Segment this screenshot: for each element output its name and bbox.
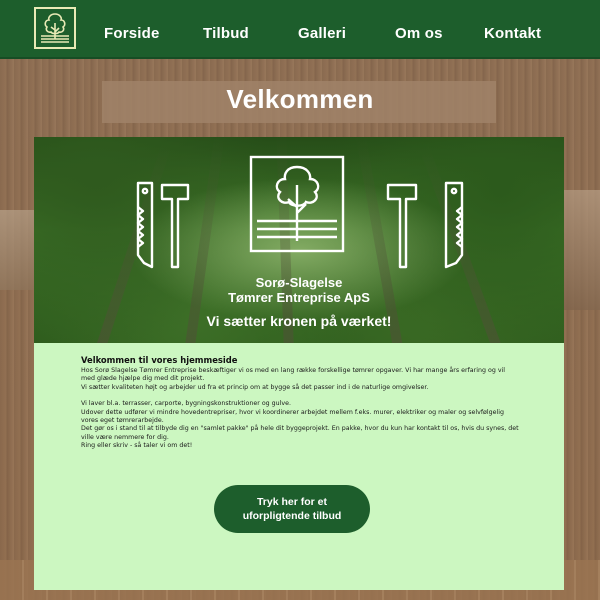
background-house-left — [0, 210, 38, 290]
welcome-content: Velkommen til vores hjemmeside Hos Sorø … — [34, 343, 564, 590]
nav-item-tilbud[interactable]: Tilbud — [203, 24, 249, 44]
nav-item-forside[interactable]: Forside — [104, 24, 160, 44]
company-name-line-1: Sorø-Slagelse — [255, 275, 343, 290]
request-quote-button[interactable]: Tryk her for et uforpligtende tilbud — [214, 485, 370, 533]
body-line: Ring eller skriv - så taler vi om det! — [81, 442, 193, 450]
hero-banner: Sorø-Slagelse Tømrer Entreprise ApS Vi s… — [34, 137, 564, 343]
company-name-line-2: Tømrer Entreprise ApS — [228, 290, 370, 305]
nav-item-kontakt[interactable]: Kontakt — [484, 24, 541, 44]
body-line: Hos Sorø Slagelse Tømrer Entreprise besk… — [81, 367, 506, 383]
tree-logo-icon[interactable] — [34, 7, 76, 49]
content-heading: Velkommen til vores hjemmeside — [81, 355, 238, 365]
tree-logo-icon — [249, 155, 345, 253]
saw-hammer-icon — [134, 177, 190, 277]
content-body: Hos Sorø Slagelse Tømrer Entreprise besk… — [81, 367, 521, 451]
top-nav: Forside Tilbud Galleri Om os Kontakt — [0, 0, 600, 59]
body-line: Udover dette udfører vi mindre hovedentr… — [81, 408, 505, 425]
nav-item-galleri[interactable]: Galleri — [298, 24, 346, 44]
body-line: Det gør os i stand til at tilbyde dig en… — [81, 425, 519, 441]
body-line: Vi sætter kvaliteten højt og arbejder ud… — [81, 383, 429, 391]
nav-item-om-os[interactable]: Om os — [395, 24, 443, 44]
body-line: Vi laver bl.a. terrasser, carporte, bygn… — [81, 400, 292, 408]
hammer-saw-icon — [386, 177, 466, 277]
background-house-right — [560, 190, 600, 310]
page-title: Velkommen — [226, 84, 374, 114]
hero-tagline: Vi sætter kronen på værket! — [206, 313, 392, 329]
